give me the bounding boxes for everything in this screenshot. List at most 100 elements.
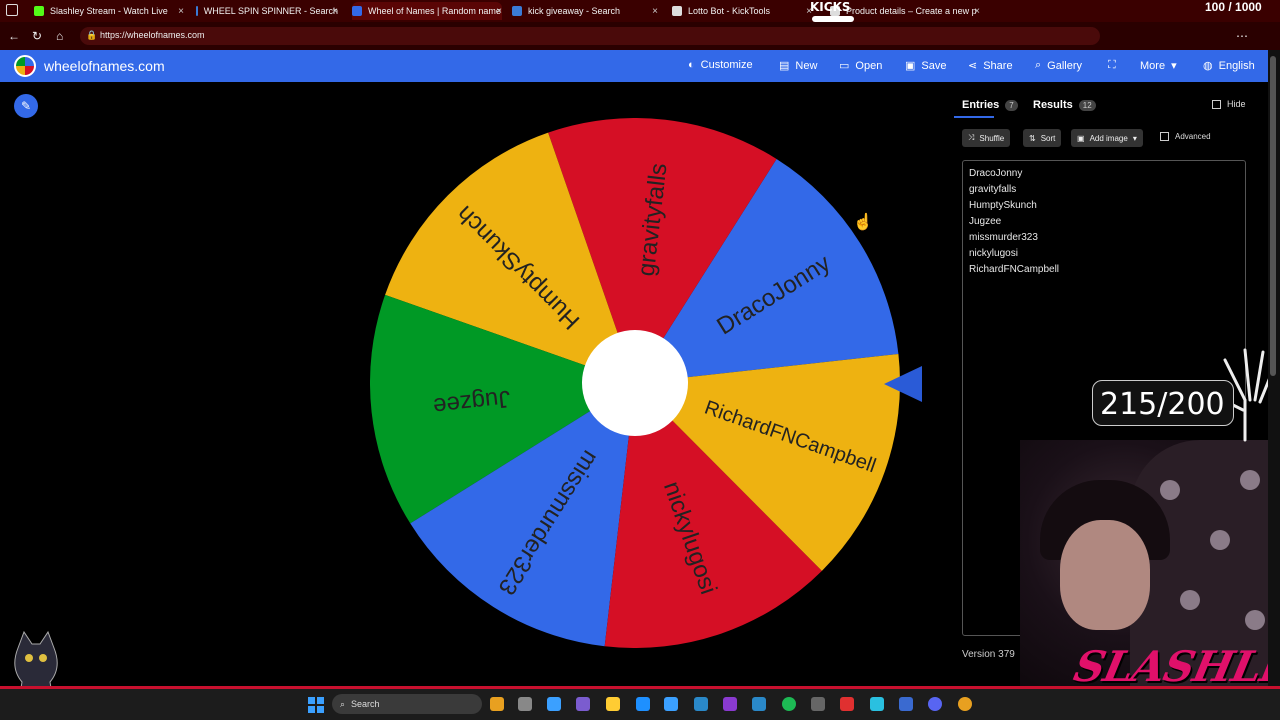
browser-tab[interactable]: Lotto Bot - KickTools × (672, 2, 812, 20)
chrome-icon[interactable] (958, 697, 972, 711)
new-button[interactable]: ▤ New (779, 59, 818, 73)
entry-line: nickylugosi (969, 248, 1018, 259)
kicks-overlay-logo: KICKS (810, 0, 851, 14)
entry-line: DracoJonny (969, 168, 1023, 179)
add-image-label: Add image (1089, 133, 1128, 143)
home-icon[interactable]: ⌂ (56, 29, 63, 43)
shuffle-icon: ⤨ (968, 133, 975, 142)
entry-line: RichardFNCampbell (969, 264, 1060, 275)
scrollbar-thumb[interactable] (1270, 56, 1276, 376)
windows-start-icon[interactable] (308, 697, 324, 713)
search-icon: ⌕ (1035, 59, 1042, 71)
tab-title: Lotto Bot - KickTools (688, 6, 771, 16)
close-tab-icon[interactable]: × (974, 6, 980, 17)
tab-title: kick giveaway - Search (528, 6, 621, 16)
customize-button[interactable]: ◐ Customize (688, 59, 753, 71)
app-icon[interactable] (752, 697, 766, 711)
name-wheel[interactable]: DracoJonnygravityfallsHumptySkunchJugzee… (370, 118, 900, 648)
shuffle-button[interactable]: ⤨ Shuffle (962, 129, 1011, 147)
save-icon: ▣ (905, 60, 916, 72)
refresh-icon[interactable]: ↻ (32, 29, 42, 43)
tab-favicon-icon (196, 6, 198, 16)
browser-icon[interactable] (664, 697, 678, 711)
english-button[interactable]: ◍ English (1203, 59, 1255, 73)
tab-favicon-icon (352, 6, 362, 16)
close-tab-icon[interactable]: × (332, 6, 338, 17)
header-button-label: More (1140, 59, 1166, 72)
chevron-down-icon: ▾ (1132, 133, 1137, 143)
tab-favicon-icon (672, 6, 682, 16)
close-tab-icon[interactable]: × (496, 6, 502, 17)
counter-text: 215/200 (1100, 387, 1225, 422)
tab-title: WHEEL SPIN SPINNER - Search (203, 6, 338, 16)
advanced-checkbox[interactable]: Advanced (1160, 132, 1211, 141)
streamer-name: SLASHLEY (1069, 642, 1280, 691)
app-icon[interactable] (870, 697, 884, 711)
sort-button[interactable]: ⇅ Sort (1023, 129, 1062, 147)
wheel-center-button[interactable] (582, 330, 688, 436)
file-icon: ▤ (779, 60, 790, 72)
add-image-button[interactable]: ▣ Add image ▾ (1071, 129, 1143, 147)
url-field[interactable] (80, 27, 1100, 45)
tab-results-label: Results (1033, 99, 1073, 111)
fullscreen-button[interactable]: ⛶ (1108, 59, 1122, 72)
gallery-button[interactable]: ⌕ Gallery (1035, 59, 1082, 72)
tab-favicon-icon (512, 6, 522, 16)
browser-tab[interactable]: kick giveaway - Search × (512, 2, 658, 20)
url-text: https://wheelofnames.com (100, 30, 205, 40)
version-text: Version 379 (962, 649, 1015, 660)
teams-icon[interactable] (576, 697, 590, 711)
menu-icon[interactable]: ⋯ (1236, 29, 1248, 43)
files-icon[interactable] (636, 697, 650, 711)
close-tab-icon[interactable]: × (178, 6, 184, 17)
chevron-down-icon: ▾ (1171, 60, 1177, 72)
tab-results[interactable]: Results 12 (1033, 99, 1096, 111)
discord-icon[interactable] (928, 697, 942, 711)
advanced-label: Advanced (1175, 132, 1211, 141)
taskbar-search[interactable]: ⌕ Search (332, 694, 482, 714)
browser-tab[interactable]: Slashley Stream - Watch Live × (34, 2, 184, 20)
image-icon: ▣ (1077, 133, 1085, 143)
search-icon: ⌕ (340, 698, 346, 709)
save-button[interactable]: ▣ Save (905, 59, 946, 73)
skull-pattern (1180, 590, 1200, 610)
task-view-icon[interactable] (518, 697, 532, 711)
skull-pattern (1240, 470, 1260, 490)
store-icon[interactable] (694, 697, 708, 711)
globe-icon: ◍ (1203, 60, 1213, 72)
explorer-icon[interactable] (606, 697, 620, 711)
browser-tab[interactable]: WHEEL SPIN SPINNER - Search × (196, 2, 338, 20)
open-button[interactable]: ▭ Open (839, 59, 882, 73)
tab-actions-icon[interactable] (6, 4, 18, 16)
face (1060, 520, 1150, 630)
more-button[interactable]: More ▾ (1140, 59, 1177, 73)
close-tab-icon[interactable]: × (652, 6, 658, 17)
app-icon[interactable] (840, 697, 854, 711)
tab-entries[interactable]: Entries 7 (962, 99, 1018, 111)
taskbar-search-label: Search (351, 699, 380, 709)
fullscreen-icon: ⛶ (1108, 59, 1116, 71)
browser-tab[interactable]: Wheel of Names | Random name × (352, 2, 502, 20)
entries-count-badge: 7 (1005, 99, 1018, 111)
tab-title: Slashley Stream - Watch Live (50, 6, 168, 16)
tab-title: Wheel of Names | Random name (368, 6, 501, 16)
entry-line: Jugzee (969, 216, 1002, 227)
palette-icon: ◐ (688, 59, 695, 71)
edge-icon[interactable] (547, 697, 561, 711)
photoshop-icon[interactable] (899, 697, 913, 711)
spotify-icon[interactable] (782, 697, 796, 711)
edit-pencil-button[interactable]: ✎ (14, 94, 38, 118)
wheel-pointer-icon (884, 366, 922, 402)
app-icon[interactable] (811, 697, 825, 711)
skull-pattern (1245, 610, 1265, 630)
hide-checkbox[interactable]: Hide (1212, 99, 1246, 109)
share-button[interactable]: ⋖ Share (968, 59, 1013, 73)
header-button-label: New (795, 59, 818, 72)
brand-name[interactable]: wheelofnames.com (44, 58, 165, 74)
header-button-label: English (1218, 59, 1255, 72)
folder-icon: ▭ (839, 60, 850, 72)
app-icon[interactable] (723, 697, 737, 711)
skull-pattern (1210, 530, 1230, 550)
widgets-icon[interactable] (490, 697, 504, 711)
back-icon[interactable]: ← (8, 29, 20, 43)
